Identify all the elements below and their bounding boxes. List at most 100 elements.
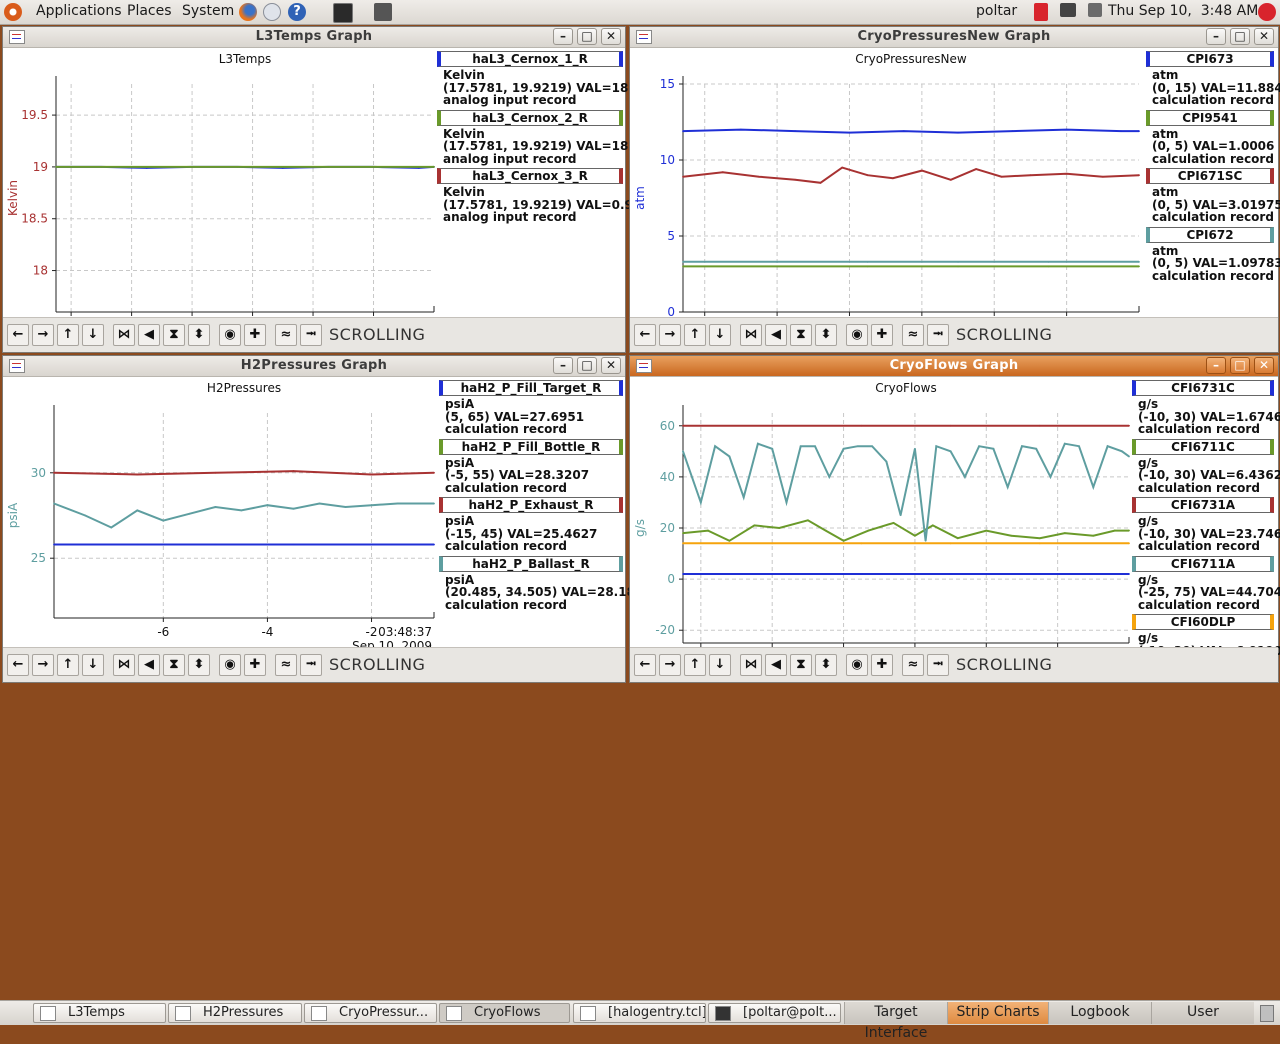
menu-places[interactable]: Places	[127, 3, 172, 19]
legend-header[interactable]: CPI673	[1146, 51, 1274, 67]
config-icon[interactable]: ≈	[275, 654, 297, 676]
scroll-down-icon[interactable]: ↓	[709, 324, 731, 346]
legend-header[interactable]: haH2_P_Ballast_R	[439, 555, 623, 572]
scroll-right-icon[interactable]: →	[659, 654, 681, 676]
workspace-logbook[interactable]: Logbook	[1048, 1002, 1151, 1024]
menu-system[interactable]: System	[182, 3, 234, 19]
expand-x-icon[interactable]: ◀	[138, 324, 160, 346]
ubuntu-logo-icon[interactable]	[4, 3, 22, 21]
update-notifier-icon[interactable]	[1034, 3, 1048, 21]
scroll-left-icon[interactable]: ←	[634, 654, 656, 676]
task-cryoflows[interactable]: CryoFlows	[439, 1003, 570, 1023]
legend-header[interactable]: CFI6731C	[1132, 380, 1274, 396]
menu-applications[interactable]: Applications	[36, 3, 122, 19]
task-h2pressures[interactable]: H2Pressures	[168, 1003, 302, 1023]
legend-entry[interactable]: CFI6731Cg/s(-10, 30) VAL=1.67467calculat…	[1132, 380, 1280, 436]
window-titlebar[interactable]: H2Pressures Graph – □ ✕	[3, 356, 625, 377]
task-cryopressures[interactable]: CryoPressur...	[304, 1003, 437, 1023]
compress-x-icon[interactable]: ⋈	[740, 324, 762, 346]
workspace-strip-charts[interactable]: Strip Charts	[947, 1002, 1048, 1024]
minimize-button[interactable]: –	[1206, 28, 1226, 45]
maximize-button[interactable]: □	[1230, 28, 1250, 45]
network-icon[interactable]	[1060, 3, 1076, 17]
scroll-right-icon[interactable]: →	[659, 324, 681, 346]
legend-entry[interactable]: CFI6711Cg/s(-10, 30) VAL=6.43625calculat…	[1132, 438, 1280, 495]
zoom-reset-icon[interactable]: ◉	[846, 654, 868, 676]
firefox-icon[interactable]	[239, 3, 257, 21]
scroll-up-icon[interactable]: ↑	[684, 324, 706, 346]
trash-icon[interactable]	[1260, 1005, 1274, 1022]
window-titlebar[interactable]: CryoFlows Graph – □ ✕	[630, 356, 1278, 377]
mode-scroll-icon[interactable]: ⭲	[927, 654, 949, 676]
legend-header[interactable]: CFI6711A	[1132, 555, 1274, 572]
expand-x-icon[interactable]: ◀	[765, 324, 787, 346]
expand-y-icon[interactable]: ⬍	[815, 324, 837, 346]
minimize-button[interactable]: –	[1206, 357, 1226, 374]
scroll-up-icon[interactable]: ↑	[57, 654, 79, 676]
scroll-down-icon[interactable]: ↓	[82, 654, 104, 676]
help-icon[interactable]: ?	[288, 3, 306, 21]
window-titlebar[interactable]: CryoPressuresNew Graph – □ ✕	[630, 27, 1278, 48]
legend-header[interactable]: CPI671SC	[1146, 168, 1274, 184]
close-button[interactable]: ✕	[601, 357, 621, 374]
close-button[interactable]: ✕	[601, 28, 621, 45]
close-button[interactable]: ✕	[1254, 357, 1274, 374]
scroll-up-icon[interactable]: ↑	[684, 654, 706, 676]
mail-icon[interactable]	[263, 3, 281, 21]
zoom-in-icon[interactable]: ✚	[871, 654, 893, 676]
mode-scroll-icon[interactable]: ⭲	[927, 324, 949, 346]
compress-y-icon[interactable]: ⧗	[790, 324, 812, 346]
power-icon[interactable]	[1258, 3, 1276, 21]
scroll-left-icon[interactable]: ←	[7, 654, 29, 676]
compress-y-icon[interactable]: ⧗	[163, 324, 185, 346]
workspace-user[interactable]: User	[1151, 1002, 1254, 1024]
zoom-in-icon[interactable]: ✚	[244, 324, 266, 346]
screenshot-icon[interactable]	[374, 3, 392, 21]
scroll-right-icon[interactable]: →	[32, 654, 54, 676]
workspace-target-interface[interactable]: Target Interface	[844, 1002, 947, 1041]
legend-entry[interactable]: haH2_P_Fill_Bottle_R psiA (-5, 55) VAL=28.…	[439, 438, 623, 495]
compress-x-icon[interactable]: ⋈	[113, 324, 135, 346]
scroll-left-icon[interactable]: ←	[7, 324, 29, 346]
expand-y-icon[interactable]: ⬍	[188, 654, 210, 676]
compress-x-icon[interactable]: ⋈	[113, 654, 135, 676]
legend-header[interactable]: haH2_P_Fill_Bottle_R	[439, 438, 623, 455]
legend-header[interactable]: CPI9541	[1146, 109, 1274, 126]
legend-header[interactable]: haL3_Cernox_1_R	[437, 51, 623, 67]
legend-entry[interactable]: haH2_P_Fill_Target_R psiA (5, 65) VAL=27.6…	[439, 380, 623, 436]
config-icon[interactable]: ≈	[275, 324, 297, 346]
scroll-left-icon[interactable]: ←	[634, 324, 656, 346]
expand-y-icon[interactable]: ⬍	[815, 654, 837, 676]
scroll-down-icon[interactable]: ↓	[82, 324, 104, 346]
zoom-in-icon[interactable]: ✚	[244, 654, 266, 676]
zoom-reset-icon[interactable]: ◉	[219, 654, 241, 676]
mode-scroll-icon[interactable]: ⭲	[300, 324, 322, 346]
expand-y-icon[interactable]: ⬍	[188, 324, 210, 346]
legend-header[interactable]: CFI6711C	[1132, 438, 1274, 455]
expand-x-icon[interactable]: ◀	[138, 654, 160, 676]
volume-icon[interactable]	[1088, 3, 1102, 17]
zoom-in-icon[interactable]: ✚	[871, 324, 893, 346]
legend-header[interactable]: haL3_Cernox_3_R	[437, 168, 623, 184]
legend-entry[interactable]: CPI672 atm (0, 5) VAL=1.09783 calculation r…	[1146, 226, 1280, 283]
clock[interactable]: Thu Sep 10, 3:48 AM	[1108, 3, 1258, 19]
minimize-button[interactable]: –	[553, 357, 573, 374]
legend-entry[interactable]: CFI6711Ag/s(-25, 75) VAL=44.7046calculat…	[1132, 555, 1280, 612]
scroll-up-icon[interactable]: ↑	[57, 324, 79, 346]
config-icon[interactable]: ≈	[902, 324, 924, 346]
maximize-button[interactable]: □	[577, 28, 597, 45]
maximize-button[interactable]: □	[1230, 357, 1250, 374]
legend-header[interactable]: haH2_P_Exhaust_R	[439, 497, 623, 513]
close-button[interactable]: ✕	[1254, 28, 1274, 45]
legend-entry[interactable]: haH2_P_Ballast_R psiA (20.485, 34.505) VAL…	[439, 555, 652, 612]
scroll-down-icon[interactable]: ↓	[709, 654, 731, 676]
legend-entry[interactable]: CPI671SC atm (0, 5) VAL=3.01975 calculation…	[1146, 168, 1280, 224]
legend-entry[interactable]: haL3_Cernox_3_R Kelvin (17.5781, 19.9219) …	[437, 168, 633, 224]
task-halogentry[interactable]: [halogentry.tcl]	[573, 1003, 706, 1023]
legend-entry[interactable]: haH2_P_Exhaust_R psiA (-15, 45) VAL=25.462…	[439, 497, 623, 553]
zoom-reset-icon[interactable]: ◉	[846, 324, 868, 346]
legend-entry[interactable]: haL3_Cernox_2_R Kelvin (17.5781, 19.9219) …	[437, 109, 650, 166]
legend-header[interactable]: CPI672	[1146, 226, 1274, 243]
scroll-right-icon[interactable]: →	[32, 324, 54, 346]
legend-entry[interactable]: CPI673atm(0, 15) VAL=11.8844calculation …	[1146, 51, 1280, 107]
